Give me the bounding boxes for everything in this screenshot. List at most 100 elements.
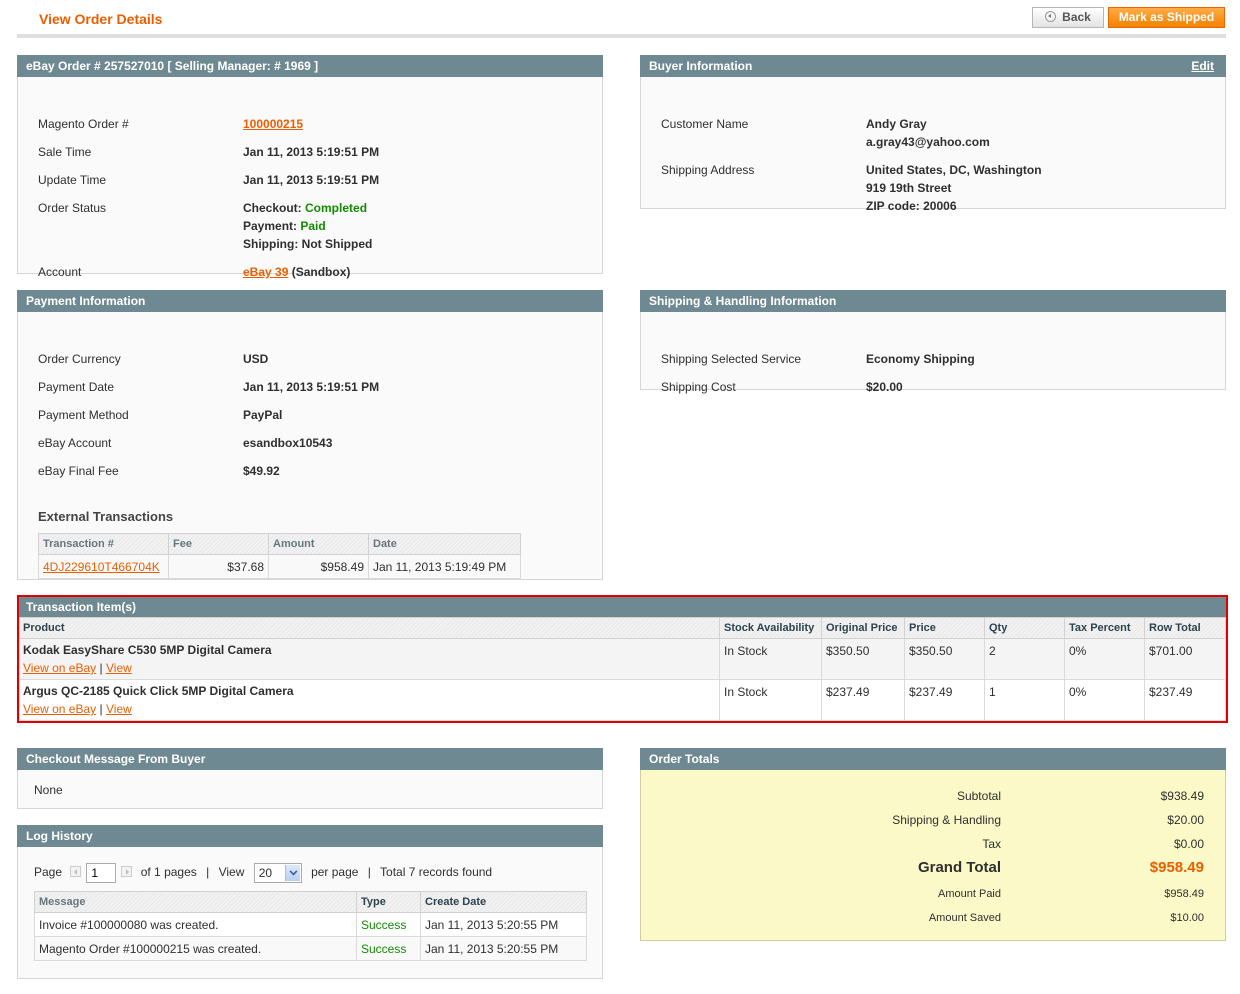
table-row: Invoice #100000080 was created. Success … <box>34 912 587 937</box>
of-pages: of 1 pages <box>140 865 197 880</box>
tax-value: $0.00 <box>1173 837 1204 851</box>
col-qty: Qty <box>984 617 1065 639</box>
log-history-header: Log History <box>17 825 603 847</box>
amount-paid-value: $958.49 <box>1164 888 1204 900</box>
stock-cell: In Stock <box>719 638 822 680</box>
ebay-final-fee-value: $49.92 <box>243 464 280 478</box>
table-row: Magento Order #100000215 was created. Su… <box>34 936 587 961</box>
checkout-message-header: Checkout Message From Buyer <box>17 748 603 770</box>
row-total-cell: $237.49 <box>1144 679 1226 721</box>
ebay-account-value: esandbox10543 <box>243 436 333 450</box>
col-original-price: Original Price <box>821 617 905 639</box>
payment-status-label: Payment: <box>243 219 298 233</box>
customer-info: Andy Gray a.gray43@yahoo.com <box>866 115 990 151</box>
amount-paid-label: Amount Paid <box>938 888 1001 900</box>
col-fee: Fee <box>168 533 269 555</box>
ebay-order-header: eBay Order # 257527010 [ Selling Manager… <box>17 55 603 77</box>
create-date-cell: Jan 11, 2013 5:20:55 PM <box>420 936 587 961</box>
product-links: View on eBay | View <box>23 702 716 716</box>
checkout-message-box: Checkout Message From Buyer None <box>17 748 603 809</box>
address-line-2: 919 19th Street <box>866 181 952 195</box>
col-amount: Amount <box>268 533 369 555</box>
page-header: View Order Details Back Mark as Shipped <box>17 0 1226 38</box>
shipping-cost-value: $20.00 <box>866 380 903 394</box>
page-title: View Order Details <box>39 11 163 27</box>
magento-order-link[interactable]: 100000215 <box>243 115 303 133</box>
prev-page-icon[interactable] <box>70 866 82 878</box>
product-name: Kodak EasyShare C530 5MP Digital Camera <box>23 643 272 657</box>
stock-cell: In Stock <box>719 679 822 721</box>
pager: Page of 1 pages | View 20 per page | Tot… <box>34 863 492 883</box>
view-link[interactable]: View <box>106 702 132 716</box>
next-page-icon[interactable] <box>121 866 133 878</box>
per-page-value: 20 <box>258 866 273 880</box>
transaction-link[interactable]: 4DJ229610T466704K <box>43 560 160 574</box>
page-input[interactable] <box>86 863 117 883</box>
back-button[interactable]: Back <box>1032 7 1104 28</box>
link-separator: | <box>99 661 103 675</box>
log-table: Message Type Create Date Invoice #100000… <box>34 891 587 961</box>
ebay-account-label: eBay Account <box>38 436 112 450</box>
mark-as-shipped-button[interactable]: Mark as Shipped <box>1108 7 1225 28</box>
view-link[interactable]: View <box>106 661 132 675</box>
address-line-1: United States, DC, Washington <box>866 163 1042 177</box>
customer-name-label: Customer Name <box>661 117 749 131</box>
tax-label: Tax <box>982 837 1001 851</box>
qty-cell: 1 <box>984 679 1065 721</box>
product-name: Argus QC-2185 Quick Click 5MP Digital Ca… <box>23 684 294 698</box>
tax-cell: 0% <box>1064 679 1145 721</box>
checkout-status: Checkout: Completed <box>243 199 372 217</box>
type-cell: Success <box>356 936 421 961</box>
shipping-address: United States, DC, Washington 919 19th S… <box>866 161 1042 215</box>
price-cell: $350.50 <box>904 638 985 680</box>
col-row-total: Row Total <box>1144 617 1226 639</box>
product-cell: Kodak EasyShare C530 5MP Digital Camera … <box>19 638 720 680</box>
create-date-cell: Jan 11, 2013 5:20:55 PM <box>420 912 587 937</box>
update-time-value: Jan 11, 2013 5:19:51 PM <box>243 173 380 187</box>
view-on-ebay-link[interactable]: View on eBay <box>23 702 96 716</box>
payment-info-header: Payment Information <box>17 290 603 312</box>
grand-total-label: Grand Total <box>917 859 1001 876</box>
shipping-info-box: Shipping & Handling Information Shipping… <box>640 290 1226 394</box>
fee-cell: $37.68 <box>168 554 269 579</box>
col-message: Message <box>34 891 357 913</box>
col-date: Date <box>368 533 521 555</box>
ebay-order-box: eBay Order # 257527010 [ Selling Manager… <box>17 55 603 279</box>
subtotal-label: Subtotal <box>956 789 1001 803</box>
table-row: Kodak EasyShare C530 5MP Digital Camera … <box>19 638 1226 680</box>
shipping-status: Shipping: Not Shipped <box>243 235 372 253</box>
page-label: Page <box>34 865 63 880</box>
account-value: eBay 39 (Sandbox) <box>243 263 350 281</box>
view-on-ebay-link[interactable]: View on eBay <box>23 661 96 675</box>
separator: | <box>367 865 371 880</box>
col-create-date: Create Date <box>420 891 587 913</box>
link-separator: | <box>99 702 103 716</box>
shipping-status-value: Not Shipped <box>301 237 373 251</box>
col-type: Type <box>356 891 421 913</box>
external-transactions-title: External Transactions <box>38 509 174 524</box>
transaction-items-table: Product Stock Availability Original Pric… <box>19 617 1226 721</box>
per-page-select[interactable]: 20 <box>253 863 302 883</box>
checkout-status-label: Checkout: <box>243 201 302 215</box>
sale-time-value: Jan 11, 2013 5:19:51 PM <box>243 145 380 159</box>
payment-method-label: Payment Method <box>38 408 129 422</box>
order-totals-box: Order Totals Subtotal $938.49 Shipping &… <box>640 748 1226 941</box>
col-product: Product <box>19 617 720 639</box>
col-transaction: Transaction # <box>38 533 169 555</box>
payment-date-label: Payment Date <box>38 380 115 394</box>
price-cell: $237.49 <box>904 679 985 721</box>
customer-name: Andy Gray <box>866 117 927 131</box>
payment-method-value: PayPal <box>243 408 283 422</box>
shipping-value: $20.00 <box>1167 813 1204 827</box>
order-totals-header: Order Totals <box>640 748 1226 770</box>
shipping-cost-label: Shipping Cost <box>661 380 736 394</box>
account-link[interactable]: eBay 39 <box>243 265 288 279</box>
order-currency-label: Order Currency <box>38 352 121 366</box>
type-cell: Success <box>356 912 421 937</box>
sale-time-label: Sale Time <box>38 145 92 159</box>
chevron-down-icon <box>284 865 300 881</box>
transaction-items-box: Transaction Item(s) Product Stock Availa… <box>17 595 1228 723</box>
view-label: View <box>218 865 245 880</box>
edit-buyer-link[interactable]: Edit <box>1191 55 1214 77</box>
account-mode: (Sandbox) <box>291 265 351 279</box>
